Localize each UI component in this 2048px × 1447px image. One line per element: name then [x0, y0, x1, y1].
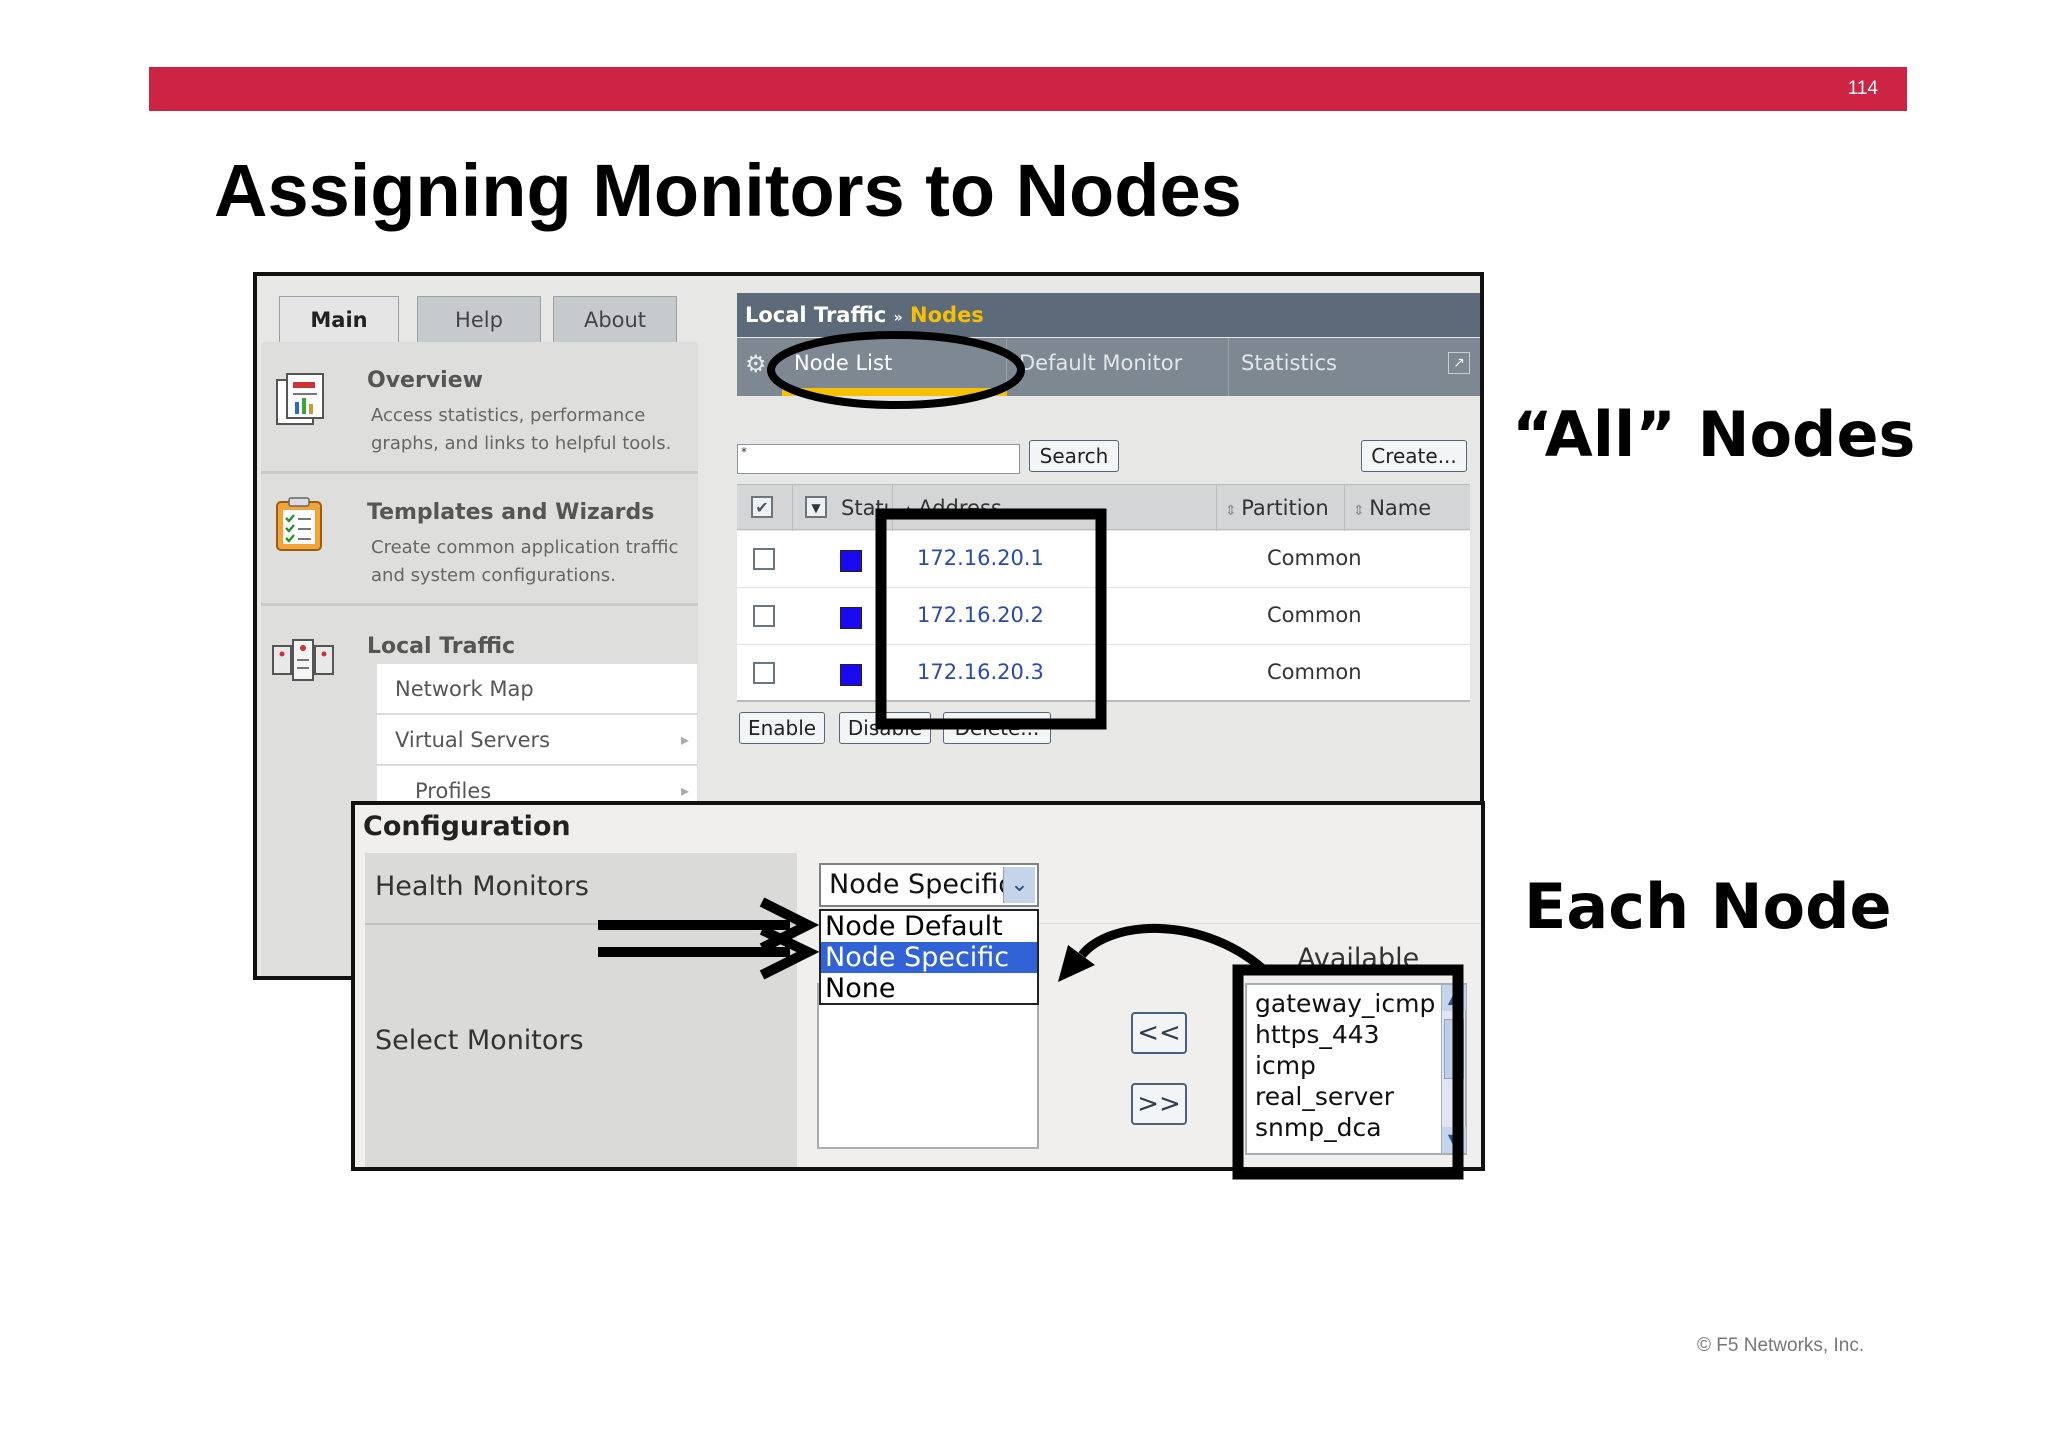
overview-desc: Access statistics, performance graphs, a…	[371, 405, 672, 454]
list-item[interactable]: gateway_icmp	[1255, 989, 1435, 1018]
templates-title[interactable]: Templates and Wizards	[367, 500, 654, 525]
column-status[interactable]: ▼ Status	[793, 485, 893, 531]
node-address-link[interactable]: 172.16.20.3	[917, 660, 1044, 684]
status-available-icon	[840, 664, 862, 686]
select-monitors-label: Select Monitors	[375, 1025, 584, 1056]
create-button[interactable]: Create...	[1361, 440, 1467, 472]
external-link-icon[interactable]: ↗	[1448, 352, 1470, 374]
row-checkbox[interactable]	[753, 662, 775, 684]
chevron-right-icon: ▸	[680, 730, 689, 749]
scroll-thumb[interactable]	[1444, 1019, 1464, 1079]
sidebar-item-virtual-servers[interactable]: Virtual Servers ▸	[377, 715, 697, 765]
health-monitor-dropdown: Node Default Node Specific None	[819, 909, 1039, 1005]
gear-icon[interactable]: ⚙	[745, 350, 773, 378]
copyright: © F5 Networks, Inc.	[1697, 1335, 1865, 1356]
sort-icon: ⇕	[1225, 503, 1242, 519]
list-item[interactable]: icmp	[1255, 1051, 1316, 1080]
table-row[interactable]: 172.16.20.3 Common	[737, 645, 1470, 702]
node-address-link[interactable]: 172.16.20.1	[917, 546, 1044, 570]
table-row[interactable]: 172.16.20.2 Common	[737, 588, 1470, 645]
templates-desc: Create common application traffic and sy…	[371, 537, 679, 586]
sort-icon: ⇕	[1353, 503, 1370, 519]
tab-about[interactable]: About	[553, 296, 677, 342]
enable-button[interactable]: Enable	[739, 712, 825, 744]
disable-button[interactable]: Disable	[839, 712, 931, 744]
configuration-title: Configuration	[363, 811, 571, 842]
configuration-screenshot: Configuration Health Monitors Select Mon…	[351, 801, 1485, 1171]
config-divider	[365, 923, 797, 925]
chevron-down-icon[interactable]: ▼	[805, 496, 827, 518]
sort-ascending-icon: ▲	[903, 503, 919, 519]
clipboard-icon	[276, 497, 322, 551]
tab-default-monitor[interactable]: Default Monitor	[1007, 338, 1229, 396]
search-input[interactable]: *	[737, 444, 1020, 474]
row-checkbox[interactable]	[753, 548, 775, 570]
tab-main[interactable]: Main	[279, 296, 399, 346]
table-row[interactable]: 172.16.20.1 Common	[737, 531, 1470, 588]
node-address-link[interactable]: 172.16.20.2	[917, 603, 1044, 627]
node-partition: Common	[1267, 546, 1362, 570]
sidebar-divider	[261, 603, 698, 606]
node-partition: Common	[1267, 660, 1362, 684]
assigned-monitors-list[interactable]	[817, 983, 1039, 1149]
overview-title[interactable]: Overview	[367, 368, 483, 393]
row-checkbox[interactable]	[753, 605, 775, 627]
chevron-down-icon[interactable]: ⌄	[1003, 867, 1035, 903]
active-tab-indicator	[782, 388, 1007, 396]
node-partition: Common	[1267, 603, 1362, 627]
list-item[interactable]: real_server	[1255, 1082, 1394, 1111]
list-item[interactable]: snmp_dca	[1255, 1113, 1382, 1142]
option-none[interactable]: None	[821, 973, 1037, 1004]
column-address[interactable]: ▲ Address	[893, 485, 1217, 531]
table-header: ✔ ▼ Status ▲ Address ⇕ Partition ⇕ Name	[737, 484, 1470, 531]
tab-statistics[interactable]: Statistics	[1229, 338, 1444, 396]
slide-title: Assigning Monitors to Nodes	[214, 149, 1242, 232]
servers-icon	[272, 639, 334, 681]
page-number: 114	[1847, 78, 1878, 99]
sidebar-item-network-map[interactable]: Network Map	[377, 664, 697, 714]
column-name[interactable]: ⇕ Name	[1345, 485, 1470, 531]
overview-icon	[276, 373, 324, 425]
column-partition[interactable]: ⇕ Partition	[1217, 485, 1345, 531]
local-traffic-title[interactable]: Local Traffic	[367, 634, 515, 659]
each-node-label: Each Node	[1524, 870, 1892, 943]
delete-button[interactable]: Delete...	[943, 712, 1051, 744]
available-label: Available	[1297, 943, 1420, 974]
health-monitors-label: Health Monitors	[375, 871, 589, 902]
content-tab-bar: ⚙ Node List Default Monitor Statistics ↗	[737, 338, 1480, 396]
option-node-default[interactable]: Node Default	[821, 911, 1037, 942]
list-item[interactable]: https_443	[1255, 1020, 1380, 1049]
tab-help[interactable]: Help	[417, 296, 541, 342]
breadcrumb: Local Traffic » Nodes	[737, 293, 1480, 337]
sidebar-divider	[261, 471, 698, 474]
all-nodes-label: “All” Nodes	[1512, 398, 1916, 471]
scroll-up-icon[interactable]: ▲	[1442, 985, 1466, 1011]
option-node-specific[interactable]: Node Specific	[821, 942, 1037, 973]
select-all-checkbox[interactable]: ✔	[751, 496, 773, 518]
status-available-icon	[840, 607, 862, 629]
move-right-button[interactable]: >>	[1131, 1083, 1187, 1125]
status-available-icon	[840, 550, 862, 572]
scroll-down-icon[interactable]: ▼	[1442, 1127, 1466, 1153]
header-bar	[149, 67, 1907, 111]
scrollbar[interactable]: ▲ ▼	[1441, 985, 1466, 1153]
available-monitors-list[interactable]: gateway_icmp https_443 icmp real_server …	[1245, 983, 1467, 1155]
move-left-button[interactable]: <<	[1131, 1012, 1187, 1054]
search-button[interactable]: Search	[1029, 440, 1119, 472]
